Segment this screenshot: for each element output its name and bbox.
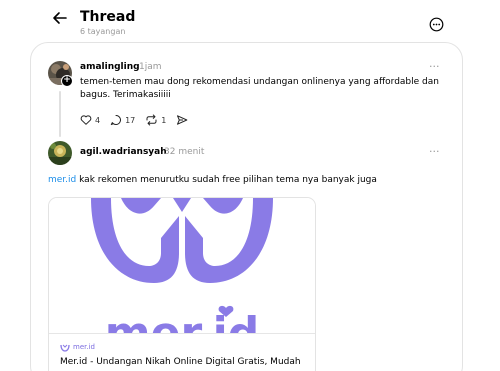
repost-button[interactable]: 1 [145, 114, 166, 126]
site-favicon-icon [60, 344, 70, 352]
like-button[interactable]: 4 [80, 114, 100, 126]
reply-button[interactable]: 17 [110, 114, 135, 126]
ellipsis-circle-icon [429, 17, 444, 32]
post-more-icon[interactable]: ··· [429, 61, 440, 72]
repost-icon [146, 114, 157, 126]
comment-icon [110, 115, 122, 126]
share-button[interactable] [176, 114, 188, 126]
post-text-line: bagus. Terimakasiiiii [80, 90, 171, 100]
arrow-left-icon [53, 12, 67, 24]
post-username[interactable]: agil.wadriansyah [80, 147, 167, 158]
repost-count: 1 [161, 115, 167, 125]
header: Thread 6 tayangan [0, 0, 500, 44]
thread-connector-line [59, 91, 61, 137]
preview-logo-text: mer.id [105, 308, 259, 333]
view-count: 6 tayangan [80, 27, 126, 36]
reply-text: mer.id kak rekomen menurutku sudah free … [48, 174, 377, 187]
preview-domain-text: mer.id [73, 343, 95, 351]
post-time: 1jam [139, 62, 162, 72]
like-count: 4 [95, 115, 101, 125]
link-preview-card[interactable]: mer.id mer.id Mer.id - Undangan Nikah On… [48, 197, 316, 371]
post-username[interactable]: amalingling [80, 62, 140, 73]
thread-page: Thread 6 tayangan + amalingling 1jam ···… [0, 0, 500, 371]
page-title: Thread [80, 9, 136, 25]
avatar[interactable] [48, 141, 72, 165]
post-more-icon[interactable]: ··· [429, 146, 440, 157]
follow-plus-icon[interactable]: + [61, 75, 73, 87]
preview-title: Mer.id - Undangan Nikah Online Digital G… [60, 357, 301, 367]
send-icon [177, 115, 188, 125]
post-text-line: temen-temen mau dong rekomendasi undanga… [80, 77, 439, 87]
more-options-button[interactable] [429, 17, 444, 32]
mention-link[interactable]: mer.id [48, 175, 76, 185]
preview-domain: mer.id [60, 343, 95, 352]
reply-text-rest: kak rekomen menurutku sudah free pilihan… [76, 175, 377, 185]
post-time: 32 menit [164, 147, 205, 157]
heart-icon [80, 115, 92, 125]
post-actions: 4 17 1 [80, 113, 198, 127]
back-button[interactable] [50, 8, 70, 28]
preview-image: mer.id [49, 198, 315, 359]
divider [49, 333, 315, 334]
merid-logo-icon: mer.id [91, 198, 273, 359]
reply-count: 17 [125, 115, 136, 125]
